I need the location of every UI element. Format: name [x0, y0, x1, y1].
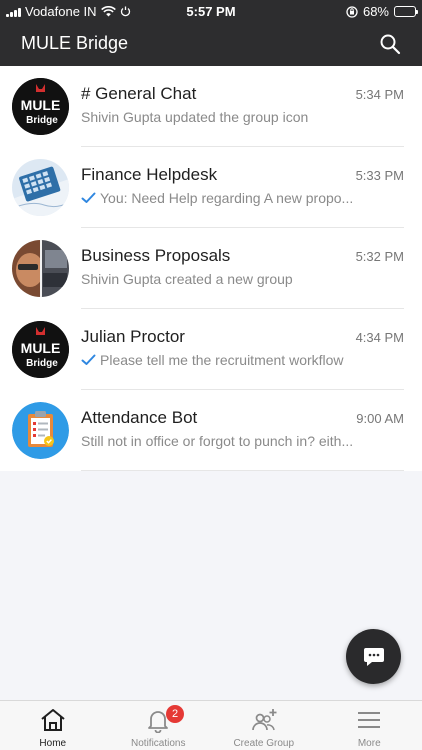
search-icon[interactable]: [378, 32, 402, 56]
sent-check-icon: [81, 354, 96, 365]
tab-notifications[interactable]: Notifications: [106, 701, 212, 750]
mule-bridge-logo-avatar: MULE Bridge: [12, 78, 69, 135]
chat-row-finance-helpdesk[interactable]: Finance Helpdesk 5:33 PM You: Need Help …: [0, 147, 422, 228]
sent-check-icon: [81, 192, 96, 203]
chat-row-content: # General Chat 5:34 PM Shivin Gupta upda…: [81, 66, 404, 147]
chat-time: 5:34 PM: [355, 87, 404, 102]
chat-title: Business Proposals: [81, 246, 231, 265]
mule-bridge-logo-avatar: MULE Bridge: [12, 321, 69, 378]
status-right: 68%: [346, 4, 418, 19]
app-bar: MULE Bridge: [0, 24, 422, 66]
photo-collage-avatar: [12, 240, 69, 297]
mule-bridge-logo: MULE Bridge: [12, 321, 69, 378]
battery-percent: 68%: [362, 4, 389, 19]
chat-row-general-chat[interactable]: MULE Bridge # General Chat 5:34 PM Shivi…: [0, 66, 422, 147]
chat-title: Attendance Bot: [81, 408, 198, 427]
chat-preview-text: You: Need Help regarding A new propo...: [100, 190, 354, 206]
chat-preview: Please tell me the recruitment workflow: [81, 352, 404, 368]
chat-preview: Shivin Gupta updated the group icon: [81, 109, 404, 125]
logo-text-mule: MULE: [21, 97, 61, 113]
calculator-image: [12, 159, 69, 216]
chat-time: 5:32 PM: [355, 249, 404, 264]
clipboard-icon: [12, 402, 69, 459]
tab-create-group-label: Create Group: [233, 738, 295, 749]
clipboard-avatar: [12, 402, 69, 459]
logo-text-mule: MULE: [21, 340, 61, 356]
chat-time: 5:33 PM: [355, 168, 404, 183]
chat-row-julian-proctor[interactable]: MULE Bridge Julian Proctor 4:34 PM Pleas…: [0, 309, 422, 390]
home-icon: [41, 709, 65, 731]
chat-bubble-icon: [363, 647, 384, 666]
mule-bridge-logo: MULE Bridge: [12, 78, 69, 135]
bottom-tab-bar: Home Notifications Create Group More 2: [0, 700, 422, 750]
chat-row-business-proposals[interactable]: Business Proposals 5:32 PM Shivin Gupta …: [0, 228, 422, 309]
add-group-icon: [251, 709, 277, 731]
tab-notifications-label: Notifications: [131, 738, 186, 749]
chat-title: Finance Helpdesk: [81, 165, 218, 184]
logo-text-bridge: Bridge: [26, 358, 58, 369]
menu-icon: [358, 712, 381, 728]
tab-create-group[interactable]: Create Group: [211, 701, 317, 750]
app-title: MULE Bridge: [21, 33, 129, 53]
chat-title: Julian Proctor: [81, 327, 185, 346]
calculator-avatar: [12, 159, 69, 216]
chat-list: MULE Bridge # General Chat 5:34 PM Shivi…: [0, 66, 422, 471]
status-bar: Vodafone IN 5:57 PM 68%: [0, 0, 422, 24]
chat-row-attendance-bot[interactable]: Attendance Bot 9:00 AM Still not in offi…: [0, 390, 422, 471]
chat-preview: You: Need Help regarding A new propo...: [81, 190, 404, 206]
chat-time: 4:34 PM: [355, 330, 404, 345]
tab-home-label: Home: [39, 738, 67, 749]
chat-row-content: Business Proposals 5:32 PM Shivin Gupta …: [81, 228, 404, 309]
chat-time: 9:00 AM: [356, 411, 404, 426]
chat-row-content: Finance Helpdesk 5:33 PM You: Need Help …: [81, 147, 404, 228]
chat-preview: Still not in office or forgot to punch i…: [81, 433, 404, 449]
chat-preview-text: Please tell me the recruitment workflow: [100, 352, 344, 368]
photo-collage: [12, 240, 69, 297]
chat-preview: Shivin Gupta created a new group: [81, 271, 404, 287]
chat-preview-text: Still not in office or forgot to punch i…: [81, 433, 354, 449]
new-chat-button[interactable]: [346, 629, 401, 684]
chat-title: # General Chat: [81, 84, 197, 103]
chat-preview-text: Shivin Gupta created a new group: [81, 271, 293, 287]
tab-more[interactable]: More: [317, 701, 422, 750]
battery-icon: [394, 6, 418, 17]
chat-row-content: Julian Proctor 4:34 PM Please tell me th…: [81, 309, 404, 390]
chat-row-content: Attendance Bot 9:00 AM Still not in offi…: [81, 390, 404, 471]
tab-home[interactable]: Home: [0, 701, 106, 750]
orientation-lock-icon: [346, 5, 358, 18]
tab-more-label: More: [357, 738, 381, 749]
notification-badge: 2: [166, 705, 184, 723]
chat-preview-text: Shivin Gupta updated the group icon: [81, 109, 309, 125]
logo-text-bridge: Bridge: [26, 115, 58, 126]
